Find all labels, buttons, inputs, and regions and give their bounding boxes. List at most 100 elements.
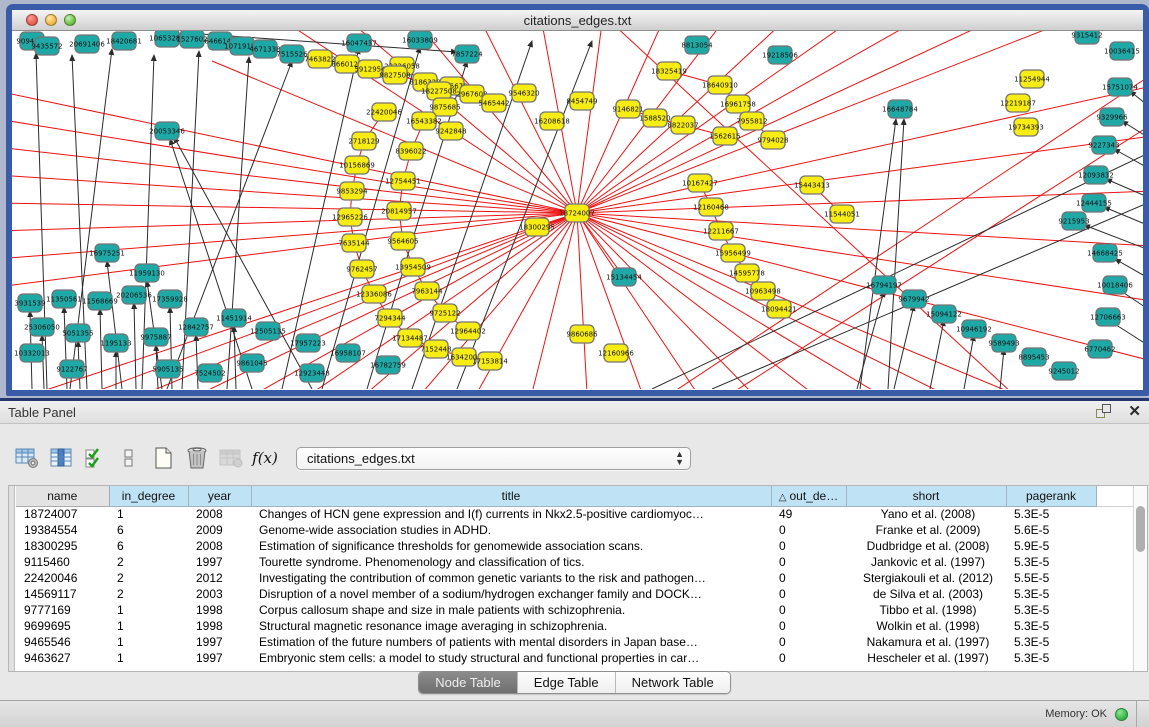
memory-status-icon[interactable] — [1115, 708, 1128, 721]
graph-node[interactable]: 18300295 — [519, 218, 555, 236]
column-header-out_de…[interactable]: △out_de… — [771, 486, 846, 506]
graph-node[interactable]: 19734393 — [1008, 118, 1044, 136]
table-row[interactable]: 946554611997Estimation of the future num… — [16, 634, 1142, 650]
graph-node[interactable]: 12706663 — [1090, 308, 1126, 326]
tab-edge-table[interactable]: Edge Table — [518, 672, 616, 693]
window-titlebar[interactable]: citations_edges.txt — [12, 10, 1143, 31]
function-builder-icon[interactable]: f(x) — [248, 443, 282, 473]
graph-node[interactable]: 1588520 — [639, 109, 670, 127]
graph-node[interactable]: 15443413 — [794, 176, 830, 194]
graph-node[interactable]: 17957223 — [290, 334, 326, 352]
graph-node[interactable]: 8895453 — [1018, 348, 1049, 366]
graph-node[interactable]: 10156869 — [339, 156, 375, 174]
graph-node[interactable]: 7963144 — [411, 282, 443, 300]
table-row[interactable]: 2242004622012Investigating the contribut… — [16, 570, 1142, 586]
graph-node[interactable]: 15094122 — [926, 305, 962, 323]
graph-node[interactable]: 8822037 — [667, 116, 698, 134]
graph-node[interactable]: 14595778 — [729, 264, 765, 282]
column-header-in_degree[interactable]: in_degree — [109, 486, 188, 506]
graph-node[interactable]: 10332013 — [14, 344, 50, 362]
graph-node[interactable]: 15956499 — [715, 244, 751, 262]
graph-node[interactable]: 5051355 — [62, 324, 93, 342]
graph-node[interactable]: 8813054 — [681, 36, 713, 54]
graph-node[interactable]: 16033809 — [402, 31, 438, 49]
graph-node[interactable]: 10036415 — [1104, 42, 1140, 60]
graph-node[interactable]: 9679942 — [898, 290, 929, 308]
graph-node[interactable]: 12160468 — [693, 198, 729, 216]
table-row[interactable]: 1830029562008Estimation of significance … — [16, 538, 1142, 554]
graph-node[interactable]: 1562615 — [709, 127, 740, 145]
table-scrollbar-thumb[interactable] — [1136, 506, 1145, 552]
graph-node[interactable]: 16961758 — [720, 95, 756, 113]
row-height-icon[interactable] — [112, 443, 146, 473]
graph-node[interactable]: 25306050 — [24, 318, 60, 336]
float-panel-icon[interactable] — [1096, 404, 1114, 420]
graph-node[interactable]: 18640910 — [702, 76, 738, 94]
graph-node[interactable]: 12965226 — [332, 208, 368, 226]
graph-node[interactable]: 7294344 — [374, 309, 406, 327]
graph-node[interactable]: 12219187 — [1000, 94, 1036, 112]
new-column-icon[interactable] — [146, 443, 180, 473]
graph-node[interactable]: 3931539 — [14, 294, 45, 312]
table-row[interactable]: 1456911722003Disruption of a novel membe… — [16, 586, 1142, 602]
select-all-icon[interactable] — [78, 443, 112, 473]
graph-node[interactable]: 20691406 — [69, 35, 105, 53]
graph-node[interactable]: 12093832 — [1078, 166, 1114, 184]
graph-node[interactable]: 16782759 — [370, 356, 406, 374]
graph-node[interactable]: 1527602 — [176, 31, 207, 48]
graph-node[interactable]: 16208618 — [534, 112, 570, 130]
graph-node[interactable]: 18420681 — [106, 32, 142, 50]
graph-node[interactable]: 9762457 — [346, 260, 377, 278]
graph-node[interactable]: 16958107 — [330, 344, 366, 362]
graph-node[interactable]: 9215953 — [1058, 212, 1089, 230]
graph-node[interactable]: 9146821 — [612, 100, 643, 118]
graph-node[interactable]: 14668425 — [1087, 244, 1123, 262]
table-row[interactable]: 969969511998Structural magnetic resonanc… — [16, 618, 1142, 634]
graph-node[interactable]: 9860686 — [566, 325, 598, 343]
graph-node[interactable]: 9564605 — [387, 232, 418, 250]
column-header-title[interactable]: title — [251, 486, 771, 506]
network-canvas[interactable]: 9094428 9435572 20691406 18420681 106532… — [12, 31, 1143, 389]
table-row[interactable]: 1938455462009Genome-wide association stu… — [16, 522, 1142, 538]
graph-node[interactable]: 10946192 — [956, 320, 992, 338]
graph-node[interactable]: 9794028 — [757, 131, 788, 149]
column-header-year[interactable]: year — [188, 486, 251, 506]
graph-node[interactable]: 18094421 — [761, 300, 797, 318]
graph-node[interactable]: 5465442 — [478, 94, 509, 112]
table-scrollbar[interactable] — [1133, 486, 1147, 671]
graph-node[interactable]: 20053346 — [149, 122, 185, 140]
tab-node-table[interactable]: Node Table — [419, 672, 518, 693]
graph-node[interactable]: 9589493 — [988, 334, 1019, 352]
table-mode-icon[interactable] — [10, 443, 44, 473]
graph-node[interactable]: 11451914 — [216, 309, 252, 327]
graph-node[interactable]: 12444155 — [1076, 194, 1112, 212]
graph-node[interactable]: 6770462 — [1084, 340, 1115, 358]
graph-node[interactable]: 16975251 — [89, 244, 125, 262]
graph-node[interactable]: 9227343 — [1088, 136, 1119, 154]
graph-node[interactable]: 8454749 — [566, 92, 597, 110]
graph-node[interactable]: 11254944 — [1014, 70, 1050, 88]
graph-node[interactable]: 9546320 — [508, 84, 539, 102]
graph-node[interactable]: 16794197 — [866, 276, 902, 294]
graph-node[interactable]: 9975887 — [140, 328, 171, 346]
tab-network-table[interactable]: Network Table — [616, 672, 730, 693]
delete-table-icon[interactable] — [214, 443, 248, 473]
graph-node[interactable]: 9329966 — [1096, 108, 1128, 126]
graph-node[interactable]: 9725122 — [429, 304, 460, 322]
graph-node[interactable]: 12160966 — [598, 344, 634, 362]
graph-node[interactable]: 17359928 — [152, 290, 188, 308]
column-header-short[interactable]: short — [846, 486, 1006, 506]
graph-node[interactable]: 10167427 — [682, 174, 718, 192]
graph-node[interactable]: 9853294 — [336, 182, 368, 200]
graph-node[interactable]: 11350561 — [46, 290, 82, 308]
graph-node[interactable]: 9122767 — [56, 360, 87, 378]
graph-node[interactable]: 9827508 — [379, 66, 410, 84]
graph-node[interactable]: 9861045 — [236, 354, 267, 372]
graph-node[interactable]: 9435572 — [31, 37, 62, 55]
column-header-name[interactable]: name — [16, 486, 109, 506]
graph-node[interactable]: 7635144 — [338, 234, 370, 252]
graph-node[interactable]: 17134487 — [392, 329, 428, 347]
column-select-icon[interactable] — [44, 443, 78, 473]
graph-node[interactable]: 15134454 — [606, 268, 642, 286]
graph-node[interactable]: 5905135 — [152, 360, 183, 378]
